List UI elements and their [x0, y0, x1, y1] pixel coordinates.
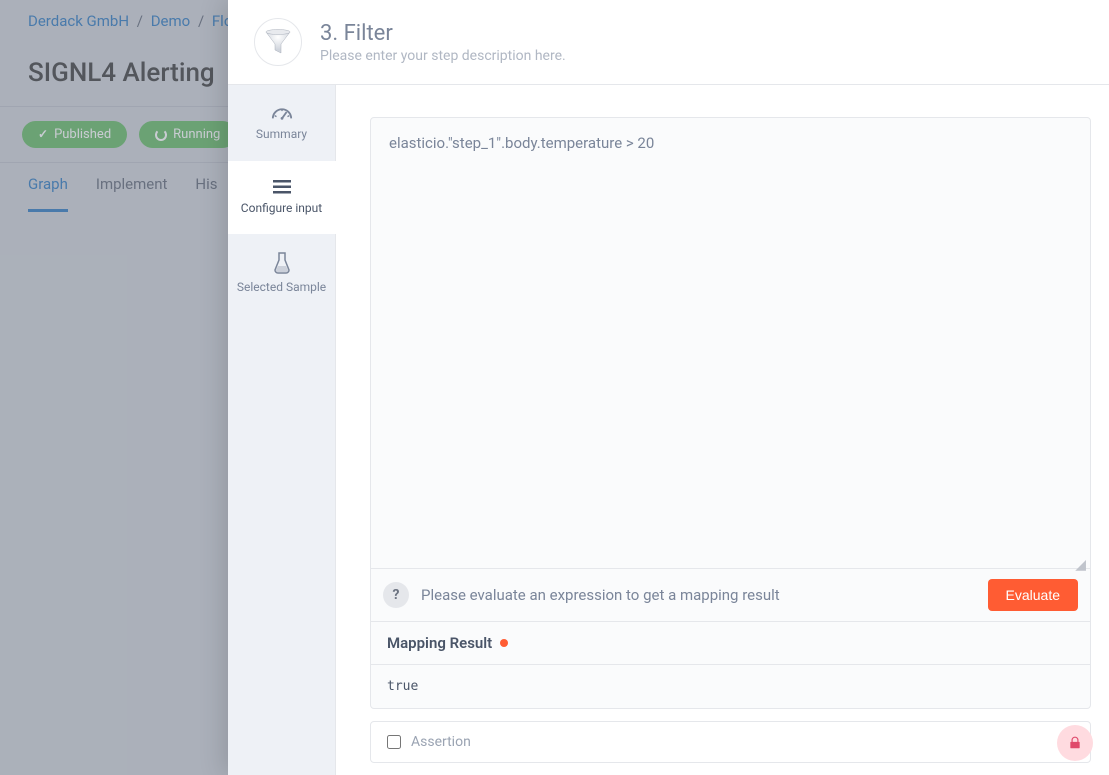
flask-icon: [273, 252, 291, 274]
help-icon[interactable]: ?: [383, 582, 409, 608]
vtab-sample-label: Selected Sample: [237, 280, 326, 294]
mapping-result-value: true: [371, 664, 1090, 708]
step-title: 3. Filter: [320, 21, 566, 46]
menu-icon: [272, 179, 292, 195]
step-config-panel: 3. Filter Please enter your step descrip…: [228, 0, 1109, 775]
breadcrumb-workspace[interactable]: Demo: [151, 12, 191, 30]
vtab-summary-label: Summary: [256, 127, 307, 141]
mapping-result-label: Mapping Result: [387, 634, 492, 652]
vtab-summary[interactable]: Summary: [228, 85, 335, 161]
breadcrumb-sep: /: [137, 12, 143, 30]
spinner-icon: [155, 129, 167, 141]
breadcrumb-org[interactable]: Derdack GmbH: [28, 12, 129, 30]
status-dot-icon: [500, 639, 508, 647]
breadcrumb-sep: /: [198, 12, 204, 30]
gauge-icon: [271, 103, 293, 121]
lock-icon: [1068, 736, 1082, 750]
lock-button[interactable]: [1057, 725, 1093, 761]
status-published[interactable]: Published: [22, 121, 127, 148]
evaluate-hint: Please evaluate an expression to get a m…: [421, 586, 976, 604]
vtab-selected-sample[interactable]: Selected Sample: [228, 234, 335, 314]
check-icon: [38, 127, 48, 142]
assertion-row[interactable]: Assertion: [370, 721, 1091, 763]
step-description-placeholder[interactable]: Please enter your step description here.: [320, 48, 566, 64]
status-published-label: Published: [54, 127, 111, 142]
vtab-configure-label: Configure input: [241, 201, 322, 215]
expression-editor-box: ◢ ? Please evaluate an expression to get…: [370, 117, 1091, 709]
expression-input[interactable]: [371, 118, 1090, 556]
evaluate-button[interactable]: Evaluate: [988, 579, 1078, 611]
filter-step-icon: [254, 18, 302, 66]
resize-handle[interactable]: ◢: [371, 560, 1090, 568]
status-running-label: Running: [173, 127, 220, 142]
tab-history[interactable]: His: [195, 163, 217, 212]
funnel-icon: [262, 26, 294, 58]
tab-graph[interactable]: Graph: [28, 163, 68, 212]
status-running[interactable]: Running: [139, 121, 236, 148]
assertion-label: Assertion: [411, 734, 471, 750]
vtab-configure-input[interactable]: Configure input: [228, 161, 336, 235]
tab-implement[interactable]: Implement: [96, 163, 168, 212]
assertion-checkbox[interactable]: [387, 735, 401, 749]
